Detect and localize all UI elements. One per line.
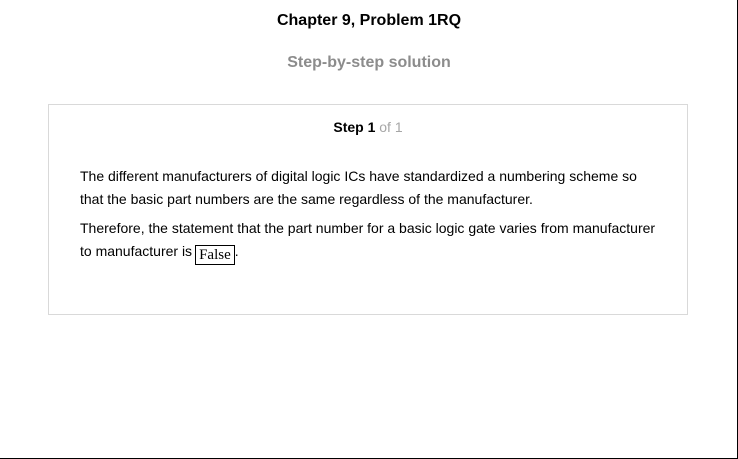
answer-box: False	[195, 245, 235, 265]
solution-subtitle: Step-by-step solution	[287, 54, 451, 71]
step-paragraph: The different manufacturers of digital l…	[80, 168, 637, 207]
conclusion-text: Therefore, the statement that the part n…	[80, 220, 656, 259]
step-count: of 1	[379, 119, 403, 135]
step-body: The different manufacturers of digital l…	[80, 165, 660, 271]
step-label: Step 1	[333, 119, 376, 135]
page-title: Chapter 9, Problem 1RQ	[276, 12, 462, 29]
step-conclusion: Therefore, the statement that the part n…	[80, 217, 660, 265]
conclusion-period: .	[234, 243, 239, 259]
step-card: Step 1 of 1 The different manufacturers …	[48, 104, 688, 315]
step-header: Step 1 of 1	[49, 119, 687, 135]
